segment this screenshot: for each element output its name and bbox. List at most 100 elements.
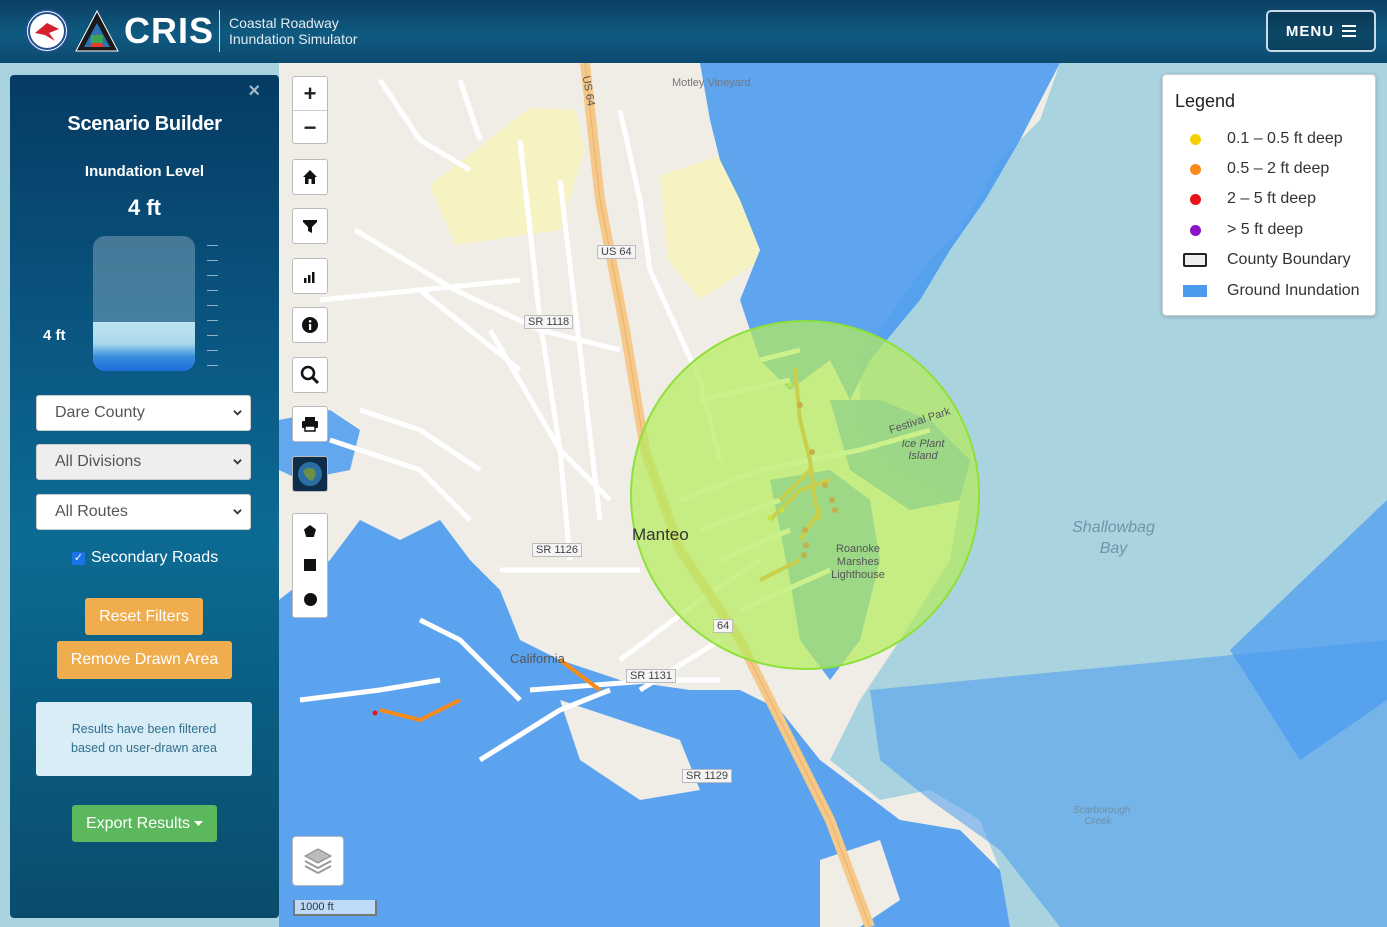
inundation-label: Inundation Level — [84, 163, 205, 180]
slider-ticks — [207, 245, 219, 367]
legend-item: 2 – 5 ft deep — [1163, 188, 1373, 210]
ground-inundation-icon — [1183, 285, 1207, 297]
ice-plant-label: Ice Plant Island — [901, 438, 945, 462]
search-button[interactable] — [292, 357, 328, 393]
draw-circle-button[interactable] — [293, 582, 327, 616]
info-button[interactable] — [292, 307, 328, 343]
legend-label: > 5 ft deep — [1227, 221, 1304, 238]
chevron-down-icon — [233, 509, 242, 515]
secondary-roads-toggle[interactable]: ✓ Secondary Roads — [72, 549, 218, 567]
menu-label: MENU — [1285, 22, 1335, 40]
draw-rectangle-button[interactable] — [293, 548, 327, 582]
app-subtitle: Coastal Roadway Inundation Simulator — [229, 15, 357, 47]
search-icon — [300, 365, 320, 385]
town-label: Manteo — [632, 525, 689, 544]
slider-level-label: 4 ft — [43, 327, 66, 344]
app-header: CRIS Coastal Roadway Inundation Simulato… — [0, 0, 1387, 63]
checkbox-icon[interactable]: ✓ — [72, 551, 85, 565]
chevron-down-icon — [233, 459, 242, 465]
california-label: California — [510, 651, 565, 666]
secondary-roads-label: Secondary Roads — [91, 549, 219, 566]
basemap-thumbnail — [293, 457, 327, 491]
inundation-fill — [93, 322, 195, 371]
legend-item: Ground Inundation — [1163, 280, 1373, 302]
orange-dot-icon — [1189, 163, 1201, 175]
hamburger-icon — [1342, 25, 1357, 37]
county-select-value: Dare County — [55, 404, 145, 421]
filter-button[interactable] — [292, 208, 328, 244]
sr1129-shield: SR 1129 — [682, 769, 732, 783]
export-label: Export Results — [85, 814, 191, 832]
header-divider — [219, 10, 220, 52]
zoom-out-button[interactable]: − — [293, 110, 327, 144]
sr1131-shield: SR 1131 — [626, 669, 676, 683]
zoom-in-button[interactable]: + — [293, 77, 327, 110]
legend-label: County Boundary — [1227, 251, 1351, 268]
draw-polygon-button[interactable] — [293, 514, 327, 548]
info-icon — [302, 317, 318, 333]
remove-drawn-area-button[interactable]: Remove Drawn Area — [57, 641, 232, 679]
close-icon[interactable]: × — [248, 80, 260, 103]
print-icon — [302, 417, 318, 432]
sr1118-shield: SR 1118 — [524, 315, 574, 329]
lighthouse-label: Roanoke Marshes Lighthouse — [831, 543, 885, 581]
results-note: Results have been filtered based on user… — [36, 702, 252, 776]
rectangle-icon — [304, 559, 316, 571]
legend-item: > 5 ft deep — [1163, 219, 1373, 241]
home-icon — [303, 170, 317, 184]
motley-label: Motley Vineyard — [672, 77, 751, 89]
route-select-value: All Routes — [55, 503, 128, 520]
division-select-value: All Divisions — [55, 453, 142, 470]
legend-label: 0.1 – 0.5 ft deep — [1227, 130, 1343, 147]
route-select[interactable]: All Routes — [36, 494, 251, 530]
ncdot-logo — [25, 9, 69, 53]
scenario-builder-panel: × Scenario Builder Inundation Level 4 ft… — [10, 75, 279, 918]
legend: Legend 0.1 – 0.5 ft deep 0.5 – 2 ft deep… — [1162, 74, 1376, 316]
caret-down-icon — [194, 820, 204, 826]
legend-label: Ground Inundation — [1227, 282, 1360, 299]
subtitle-line-1: Coastal Roadway — [229, 15, 339, 31]
scarborough-label: Scarborough Creek — [1073, 805, 1131, 827]
app-title: CRIS — [124, 10, 215, 51]
drawn-area-circle[interactable] — [630, 320, 980, 670]
inundation-value: 4 ft — [128, 195, 161, 220]
inundation-slider[interactable] — [93, 236, 195, 371]
menu-button[interactable]: MENU — [1266, 10, 1376, 52]
legend-item: 0.1 – 0.5 ft deep — [1163, 128, 1373, 150]
bay-label: Shallowbag Bay — [1072, 519, 1155, 557]
university-logo — [74, 9, 120, 55]
layers-button[interactable] — [292, 836, 344, 886]
basemap-button[interactable] — [292, 456, 328, 492]
chevron-down-icon — [233, 410, 242, 416]
filter-icon — [303, 220, 317, 233]
print-button[interactable] — [292, 406, 328, 442]
results-note-text: Results have been filtered based on user… — [71, 722, 217, 755]
division-select[interactable]: All Divisions — [36, 444, 251, 480]
chart-button[interactable] — [292, 258, 328, 294]
zoom-control: + − — [292, 76, 328, 144]
polygon-icon — [304, 525, 316, 537]
legend-label: 2 – 5 ft deep — [1227, 190, 1316, 207]
legend-label: 0.5 – 2 ft deep — [1227, 160, 1330, 177]
county-boundary-icon — [1183, 253, 1207, 267]
export-results-button[interactable]: Export Results — [72, 805, 217, 842]
circle-icon — [303, 592, 317, 606]
layers-icon — [303, 848, 333, 875]
panel-title: Scenario Builder — [67, 113, 222, 135]
yellow-dot-icon — [1189, 133, 1201, 145]
county-select[interactable]: Dare County — [36, 395, 251, 431]
route64-shield: 64 — [713, 619, 734, 633]
reset-filters-button[interactable]: Reset Filters — [85, 598, 203, 635]
legend-item: 0.5 – 2 ft deep — [1163, 158, 1373, 180]
legend-item: County Boundary — [1163, 249, 1373, 271]
legend-title: Legend — [1175, 91, 1236, 111]
red-dot-icon — [1189, 193, 1201, 205]
sr1126-shield: SR 1126 — [532, 543, 582, 557]
subtitle-line-2: Inundation Simulator — [229, 31, 358, 47]
bar-chart-icon — [304, 272, 315, 283]
us64-shield: US 64 — [597, 245, 636, 259]
home-button[interactable] — [292, 159, 328, 195]
purple-dot-icon — [1189, 224, 1201, 236]
draw-toolbar — [292, 513, 328, 618]
scale-bar: 1000 ft — [293, 900, 377, 916]
